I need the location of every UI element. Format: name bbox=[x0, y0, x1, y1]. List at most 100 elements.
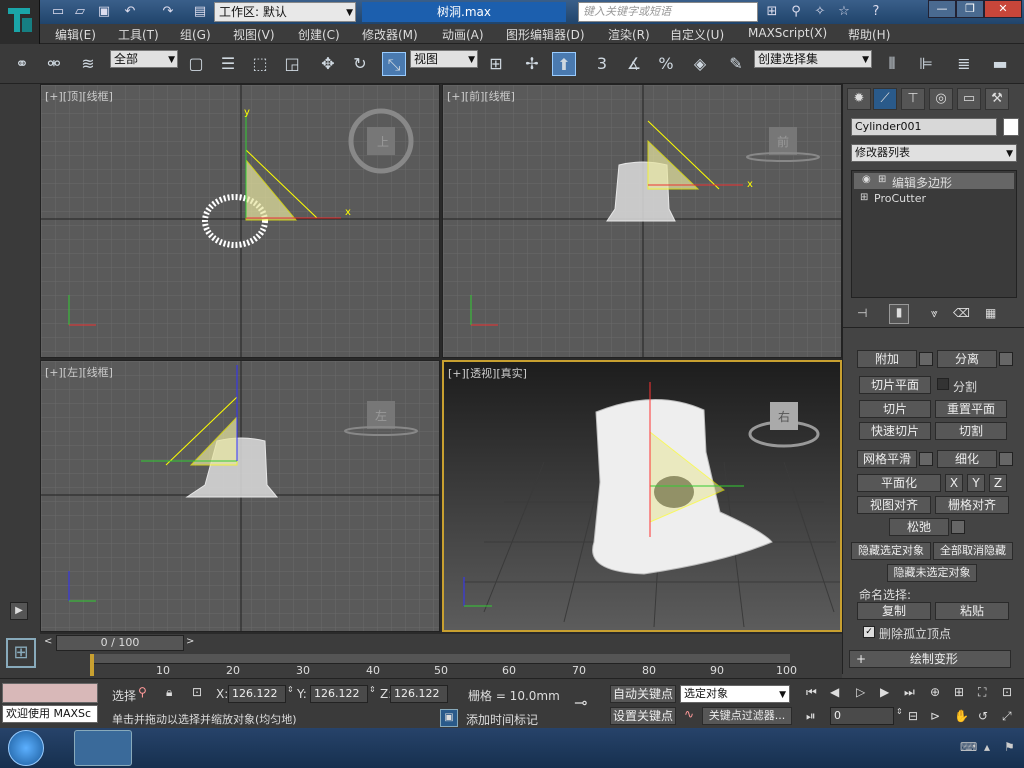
menu-modifiers[interactable]: 修改器(M) bbox=[362, 26, 418, 43]
maxscript-listener-pink[interactable] bbox=[2, 683, 98, 703]
field-of-view-icon[interactable]: ⊳ bbox=[930, 709, 940, 723]
configure-sets-icon[interactable]: ▦ bbox=[985, 306, 996, 320]
tray-flag-icon[interactable]: ⚑ bbox=[1004, 740, 1015, 754]
bind-space-warp-icon[interactable]: ≋ bbox=[76, 52, 100, 76]
rotate-icon[interactable]: ↻ bbox=[348, 52, 372, 76]
select-by-name-icon[interactable]: ☰ bbox=[216, 52, 240, 76]
reset-plane-button[interactable]: 重置平面 bbox=[935, 400, 1007, 418]
tessellate-button[interactable]: 细化 bbox=[937, 450, 997, 468]
lightbulb-icon[interactable]: ◉ bbox=[862, 174, 871, 185]
paste-button[interactable]: 粘贴 bbox=[935, 602, 1009, 620]
select-object-icon[interactable]: ▢ bbox=[184, 52, 208, 76]
viewport-label-persp[interactable]: [+][透视][真实] bbox=[448, 365, 527, 381]
stack-item-edit-poly[interactable]: ◉ ⊞ 编辑多边形 bbox=[854, 173, 1014, 190]
attach-button[interactable]: 附加 bbox=[857, 350, 917, 368]
star-tools-icon[interactable]: ✧ bbox=[810, 3, 830, 21]
detach-settings-button[interactable] bbox=[999, 352, 1013, 366]
mirror-icon[interactable]: ⫴ bbox=[880, 52, 904, 76]
keyboard-shortcut-icon[interactable]: ⬆ bbox=[552, 52, 576, 76]
link-icon[interactable]: ⚭ bbox=[10, 52, 34, 76]
frame-indicator[interactable] bbox=[90, 654, 94, 676]
workspace-select[interactable]: 工作区: 默认 ▼ bbox=[214, 2, 356, 22]
delete-isolated-checkbox[interactable]: ✓ bbox=[863, 626, 875, 638]
zoom-icon[interactable]: ⊕ bbox=[930, 685, 940, 699]
add-time-tag-label[interactable]: 添加时间标记 bbox=[466, 711, 538, 728]
modifier-list-select[interactable]: 修改器列表 ▼ bbox=[851, 144, 1017, 162]
msmooth-button[interactable]: 网格平滑 bbox=[857, 450, 917, 468]
viewport-label-top[interactable]: [+][顶][线框] bbox=[45, 88, 113, 104]
quick-slice-button[interactable]: 快速切片 bbox=[859, 422, 931, 440]
viewport-label-left[interactable]: [+][左][线框] bbox=[45, 364, 113, 380]
align-icon[interactable]: ⊫ bbox=[914, 52, 938, 76]
select-manipulate-icon[interactable]: ✢ bbox=[520, 52, 544, 76]
modify-tab-icon[interactable]: ⟋ bbox=[873, 88, 897, 110]
key-filters-button[interactable]: 关键点过滤器... bbox=[702, 707, 792, 725]
taskbar-3dsmax-icon[interactable] bbox=[74, 730, 132, 766]
render-setup-icon[interactable]: ▬ bbox=[988, 52, 1012, 76]
remove-modifier-icon[interactable]: ⌫ bbox=[953, 306, 970, 320]
maxscript-mini-listener[interactable]: 欢迎使用 MAXSc bbox=[2, 705, 98, 723]
z-coord-field[interactable]: 126.122 bbox=[390, 685, 448, 703]
make-planar-button[interactable]: 平面化 bbox=[857, 474, 941, 492]
menu-maxscript[interactable]: MAXScript(X) bbox=[748, 26, 827, 40]
grid-align-button[interactable]: 栅格对齐 bbox=[935, 496, 1009, 514]
spinner-icon[interactable]: ⇕ bbox=[287, 685, 294, 694]
menu-graph-editors[interactable]: 图形编辑器(D) bbox=[506, 26, 585, 43]
create-tab-icon[interactable]: ✹ bbox=[847, 88, 871, 110]
motion-tab-icon[interactable]: ◎ bbox=[929, 88, 953, 110]
planar-x-button[interactable]: X bbox=[945, 474, 963, 492]
play-icon[interactable]: ▷ bbox=[856, 685, 865, 699]
x-coord-field[interactable]: 126.122 bbox=[228, 685, 286, 703]
tray-expand-icon[interactable]: ▴ bbox=[984, 740, 990, 754]
app-logo-button[interactable] bbox=[0, 0, 40, 44]
menu-tools[interactable]: 工具(T) bbox=[118, 26, 159, 43]
planar-z-button[interactable]: Z bbox=[989, 474, 1007, 492]
viewport-left[interactable]: [+][左][线框] 左 bbox=[40, 360, 440, 632]
hide-selected-button[interactable]: 隐藏选定对象 bbox=[851, 542, 931, 560]
key-selection-select[interactable]: 选定对象 ▼ bbox=[680, 685, 790, 703]
close-button[interactable]: ✕ bbox=[984, 0, 1022, 18]
spinner-snap-icon[interactable]: ◈ bbox=[688, 52, 712, 76]
maximize-viewport-icon[interactable]: ⤢ bbox=[1002, 709, 1012, 724]
percent-snap-icon[interactable]: % bbox=[654, 52, 678, 76]
track-bar[interactable]: 10 20 30 40 50 60 70 80 90 100 bbox=[40, 652, 842, 678]
viewcube-label-front[interactable]: 前 bbox=[777, 133, 789, 150]
viewport-front[interactable]: x [+][前][线框] 前 bbox=[442, 84, 842, 358]
cut-button[interactable]: 切割 bbox=[935, 422, 1007, 440]
split-checkbox[interactable] bbox=[937, 378, 949, 390]
zoom-extents-icon[interactable]: ⛶ bbox=[978, 685, 986, 700]
scale-icon[interactable]: ⤡ bbox=[382, 52, 406, 76]
project-folder-icon[interactable]: ▤ bbox=[190, 3, 210, 21]
menu-animation[interactable]: 动画(A) bbox=[442, 26, 484, 43]
time-tag-icon[interactable]: ▣ bbox=[440, 709, 458, 727]
lock-icon[interactable]: 🔒︎ bbox=[166, 685, 172, 700]
view-align-button[interactable]: 视图对齐 bbox=[857, 496, 931, 514]
angle-snap-icon[interactable]: ∡ bbox=[622, 52, 646, 76]
object-name-input[interactable]: Cylinder001 bbox=[851, 118, 997, 136]
detach-button[interactable]: 分离 bbox=[937, 350, 997, 368]
make-unique-icon[interactable]: ⩔ bbox=[931, 306, 938, 321]
time-slider-thumb[interactable]: 0 / 100 bbox=[56, 635, 184, 651]
hierarchy-tab-icon[interactable]: ⊤ bbox=[901, 88, 925, 110]
minimize-button[interactable]: — bbox=[928, 0, 956, 18]
maximize-button[interactable]: ❐ bbox=[956, 0, 984, 18]
undo-icon[interactable]: ↶ bbox=[120, 3, 140, 21]
time-slider[interactable]: < 0 / 100 > bbox=[40, 634, 842, 652]
new-file-icon[interactable]: ▭ bbox=[48, 3, 68, 21]
search-input[interactable]: 键入关键字或短语 bbox=[578, 2, 758, 22]
current-frame-field[interactable]: 0 bbox=[830, 707, 894, 725]
save-icon[interactable]: ▣ bbox=[94, 3, 114, 21]
prev-frame-icon[interactable]: ◀ bbox=[830, 685, 839, 699]
menu-create[interactable]: 创建(C) bbox=[298, 26, 340, 43]
msmooth-settings-button[interactable] bbox=[919, 452, 933, 466]
slice-plane-button[interactable]: 切片平面 bbox=[859, 376, 931, 394]
auto-key-button[interactable]: 自动关键点 bbox=[610, 685, 676, 703]
utilities-tab-icon[interactable]: ⚒ bbox=[985, 88, 1009, 110]
help-icon[interactable]: ? bbox=[866, 3, 886, 21]
expand-plus-icon[interactable]: ⊞ bbox=[860, 192, 868, 203]
menu-help[interactable]: 帮助(H) bbox=[848, 26, 890, 43]
stack-item-procutter[interactable]: ⊞ ProCutter bbox=[854, 191, 1014, 207]
ref-coord-select[interactable]: 视图 ▼ bbox=[410, 50, 478, 68]
key-mode-icon[interactable]: ⏯ bbox=[806, 709, 816, 724]
edit-named-selection-icon[interactable]: ✎ bbox=[724, 52, 748, 76]
